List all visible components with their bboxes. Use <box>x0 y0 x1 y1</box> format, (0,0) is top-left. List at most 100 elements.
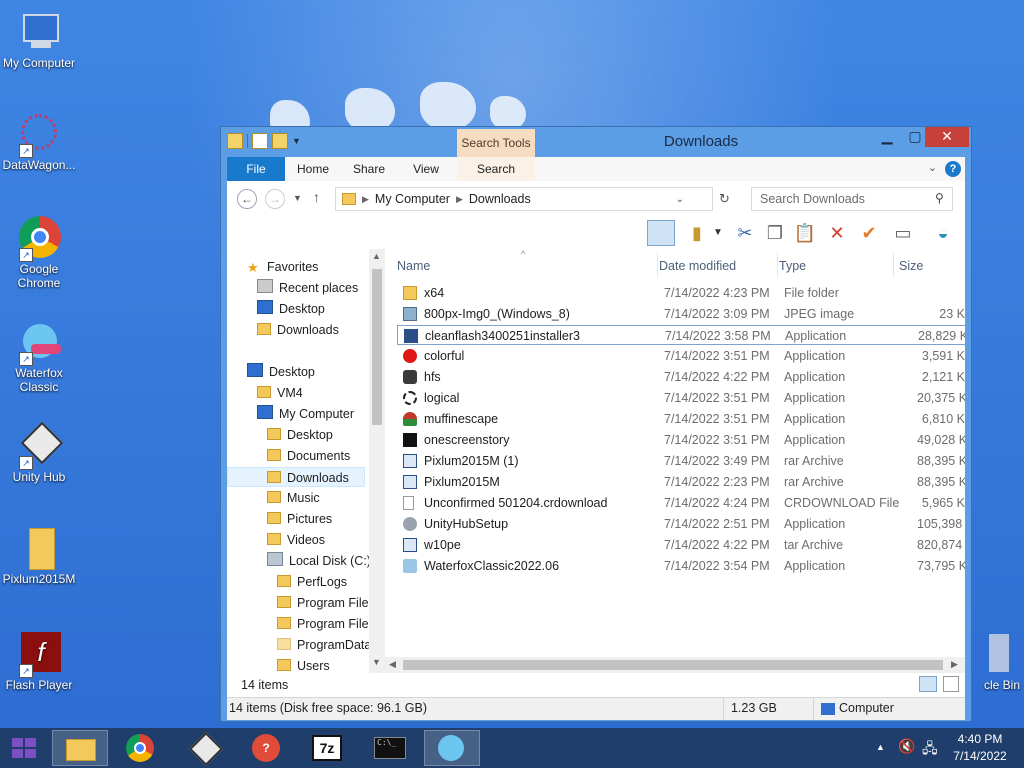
column-header-name[interactable]: Name <box>397 259 430 273</box>
nav-program-files[interactable]: Program Files <box>277 593 375 613</box>
scroll-up-icon[interactable]: ▲ <box>372 251 381 261</box>
file-row[interactable]: logical 7/14/2022 3:51 PM Application 20… <box>397 388 965 408</box>
chevron-down-icon[interactable]: ▼ <box>292 136 301 146</box>
file-row[interactable]: UnityHubSetup 7/14/2022 2:51 PM Applicat… <box>397 514 965 534</box>
file-row[interactable]: w10pe 7/14/2022 4:22 PM tar Archive 820,… <box>397 535 965 555</box>
nav-mc-documents[interactable]: Documents <box>267 446 350 466</box>
nav-desktop-favorite[interactable]: Desktop <box>257 299 325 319</box>
explorer-window[interactable]: ▼ Search Tools Downloads ▁ ▢ ✕ File Home… <box>220 126 972 722</box>
cut-icon[interactable]: ✂ <box>733 221 757 245</box>
scroll-right-icon[interactable]: ▶ <box>951 659 958 670</box>
scroll-down-icon[interactable]: ▼ <box>372 657 381 667</box>
chevron-down-icon[interactable]: ▼ <box>711 221 725 245</box>
taskbar-chrome[interactable] <box>112 730 168 766</box>
ribbon-expand-icon[interactable]: ⌄ <box>928 161 937 174</box>
nav-perflogs[interactable]: PerfLogs <box>277 572 347 592</box>
file-row[interactable]: onescreenstory 7/14/2022 3:51 PM Applica… <box>397 430 965 450</box>
title-bar[interactable]: ▼ Search Tools Downloads ▁ ▢ ✕ <box>221 127 971 157</box>
tray-show-hidden-icon[interactable]: ▲ <box>876 742 885 752</box>
taskbar-command-prompt[interactable]: C:\_ <box>362 730 418 766</box>
folder-icon[interactable] <box>227 133 243 149</box>
file-row[interactable]: Pixlum2015M (1) 7/14/2022 3:49 PM rar Ar… <box>397 451 965 471</box>
properties-icon[interactable] <box>252 133 268 149</box>
forward-button[interactable]: → <box>265 189 285 209</box>
file-row[interactable]: WaterfoxClassic2022.06 7/14/2022 3:54 PM… <box>397 556 965 576</box>
network-icon[interactable]: 🖧 <box>922 738 938 762</box>
up-button[interactable]: ↑ <box>313 189 320 205</box>
nav-recent-places[interactable]: Recent places <box>257 278 358 298</box>
desktop-icon-google-chrome[interactable]: ↗ Google Chrome <box>0 216 78 290</box>
check-icon[interactable]: ✔ <box>857 221 881 245</box>
address-field[interactable]: ▶ My Computer ▶ Downloads ⌄ <box>335 187 713 211</box>
breadcrumb-my-computer[interactable]: My Computer <box>375 192 450 206</box>
taskbar-unity[interactable] <box>176 730 232 766</box>
search-input[interactable]: Search Downloads <box>751 187 953 211</box>
scroll-left-icon[interactable]: ◀ <box>389 659 396 670</box>
chevron-down-icon[interactable]: ⌄ <box>676 194 684 205</box>
file-row[interactable]: Unconfirmed 501204.crdownload 7/14/2022 … <box>397 493 965 513</box>
nav-favorites[interactable]: ★ Favorites <box>247 257 318 277</box>
scrollbar-thumb[interactable] <box>372 269 382 425</box>
nav-mc-pictures[interactable]: Pictures <box>267 509 332 529</box>
refresh-icon[interactable]: ↻ <box>719 191 730 207</box>
tab-search[interactable]: Search <box>457 157 535 181</box>
taskbar-file-explorer[interactable] <box>52 730 108 766</box>
column-header-type[interactable]: Type <box>779 259 806 273</box>
paste-icon[interactable]: 📋 <box>793 221 817 245</box>
breadcrumb-downloads[interactable]: Downloads <box>469 192 531 206</box>
volume-muted-icon[interactable]: 🔇 <box>898 738 915 755</box>
minimize-button[interactable]: ▁ <box>873 127 901 147</box>
nav-programdata[interactable]: ProgramData <box>277 635 371 655</box>
file-row[interactable]: colorful 7/14/2022 3:51 PM Application 3… <box>397 346 965 366</box>
desktop-icon-flash-player[interactable]: f ↗ Flash Player <box>0 632 78 692</box>
taskbar-help[interactable]: ? <box>238 730 294 766</box>
file-row[interactable]: 800px-Img0_(Windows_8) 7/14/2022 3:09 PM… <box>397 304 965 324</box>
globe-icon[interactable]: ◒ <box>931 221 955 245</box>
file-row-selected[interactable]: cleanflash3400251installer3 7/14/2022 3:… <box>397 325 965 345</box>
column-header-date[interactable]: Date modified <box>659 259 736 273</box>
nav-users[interactable]: Users <box>277 656 330 673</box>
copy-icon[interactable]: ❐ <box>763 221 787 245</box>
desktop-icon-pixlum[interactable]: Pixlum2015M <box>0 526 78 586</box>
nav-scrollbar[interactable]: ▲ ▼ <box>369 249 385 673</box>
delete-icon[interactable]: ✕ <box>825 221 849 245</box>
nav-local-disk[interactable]: Local Disk (C:) <box>267 551 371 571</box>
file-row[interactable]: Pixlum2015M 7/14/2022 2:23 PM rar Archiv… <box>397 472 965 492</box>
folder-options-icon[interactable]: ▮ <box>685 221 709 245</box>
recent-locations-icon[interactable]: ▼ <box>293 193 302 203</box>
large-icons-view-icon[interactable] <box>943 676 959 692</box>
nav-my-computer[interactable]: My Computer <box>257 404 354 424</box>
file-row[interactable]: hfs 7/14/2022 4:22 PM Application 2,121 … <box>397 367 965 387</box>
preview-pane-icon[interactable] <box>647 220 675 246</box>
help-icon[interactable]: ? <box>945 161 961 177</box>
search-icon[interactable]: ⚲ <box>935 191 944 205</box>
navigation-pane[interactable]: ★ Favorites Recent places Desktop Downloa… <box>227 249 377 673</box>
file-row[interactable]: muffinescape 7/14/2022 3:51 PM Applicati… <box>397 409 965 429</box>
tab-share[interactable]: Share <box>345 157 393 181</box>
nav-desktop[interactable]: Desktop <box>247 362 315 382</box>
taskbar-7zip[interactable]: 7z <box>300 730 356 766</box>
file-list-hscrollbar[interactable]: ◀ ▶ <box>385 657 965 673</box>
close-button[interactable]: ✕ <box>925 127 969 147</box>
taskbar-waterfox[interactable] <box>424 730 480 766</box>
nav-mc-videos[interactable]: Videos <box>267 530 325 550</box>
tab-view[interactable]: View <box>403 157 449 181</box>
start-button[interactable] <box>0 728 48 768</box>
details-view-icon[interactable] <box>919 676 937 692</box>
scrollbar-thumb[interactable] <box>403 660 943 670</box>
file-row[interactable]: x64 7/14/2022 4:23 PM File folder <box>397 283 965 303</box>
nav-mc-desktop[interactable]: Desktop <box>267 425 333 445</box>
nav-mc-downloads[interactable]: Downloads <box>227 467 365 487</box>
nav-vm4[interactable]: VM4 <box>257 383 303 403</box>
desktop-icon-unity-hub[interactable]: ↗ Unity Hub <box>0 421 78 484</box>
new-folder-icon[interactable] <box>272 133 288 149</box>
clock[interactable]: 4:40 PM 7/14/2022 <box>948 732 1012 763</box>
desktop-icon-waterfox[interactable]: ↗ Waterfox Classic <box>0 320 78 394</box>
nav-program-files-x86[interactable]: Program Files <box>277 614 375 634</box>
tab-file[interactable]: File <box>227 157 285 181</box>
nav-mc-music[interactable]: Music <box>267 488 320 508</box>
desktop-icon-my-computer[interactable]: My Computer <box>0 10 78 70</box>
column-header-size[interactable]: Size <box>899 259 923 273</box>
rename-icon[interactable]: ▭ <box>891 221 915 245</box>
nav-downloads-favorite[interactable]: Downloads <box>257 320 339 340</box>
